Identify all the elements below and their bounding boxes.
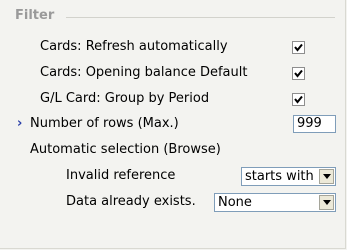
setting-row-rows-max: › Number of rows (Max.) 999	[0, 114, 346, 134]
checkmark-icon	[294, 43, 303, 52]
setting-label-group-by-period: G/L Card: Group by Period	[40, 91, 210, 106]
setting-label-opening-balance: Cards: Opening balance Default	[40, 65, 248, 80]
setting-label-refresh: Cards: Refresh automatically	[40, 39, 228, 54]
chevron-down-icon	[323, 200, 331, 205]
chevron-right-icon: ›	[17, 116, 23, 131]
rows-max-label: Number of rows (Max.)	[30, 116, 179, 131]
invalid-reference-label: Invalid reference	[66, 168, 176, 183]
filter-group-title: Filter	[15, 8, 55, 23]
group-by-period-checkbox[interactable]	[292, 93, 305, 106]
data-exists-select[interactable]: None	[214, 193, 336, 212]
checkmark-icon	[294, 69, 303, 78]
invalid-reference-value: starts with	[245, 169, 314, 184]
rows-max-input[interactable]: 999	[293, 115, 336, 133]
opening-balance-checkbox[interactable]	[292, 67, 305, 80]
chevron-down-icon	[323, 174, 331, 179]
setting-row-refresh: Cards: Refresh automatically	[0, 37, 346, 57]
setting-row-group-by-period: G/L Card: Group by Period	[0, 89, 346, 109]
checkmark-icon	[294, 95, 303, 104]
setting-row-opening-balance: Cards: Opening balance Default	[0, 63, 346, 83]
group-divider	[66, 17, 335, 18]
invalid-reference-select[interactable]: starts with	[241, 167, 336, 186]
filter-panel: Filter Cards: Refresh automatically Card…	[0, 0, 346, 249]
invalid-reference-row: Invalid reference starts with	[0, 166, 346, 186]
data-exists-row: Data already exists. None	[0, 192, 346, 212]
data-exists-label: Data already exists.	[66, 194, 196, 209]
data-exists-value: None	[218, 195, 252, 210]
refresh-checkbox[interactable]	[292, 41, 305, 54]
dropdown-button[interactable]	[319, 195, 334, 210]
auto-selection-heading-row: Automatic selection (Browse)	[0, 140, 346, 160]
dropdown-button[interactable]	[319, 169, 334, 184]
auto-selection-heading: Automatic selection (Browse)	[30, 142, 221, 157]
